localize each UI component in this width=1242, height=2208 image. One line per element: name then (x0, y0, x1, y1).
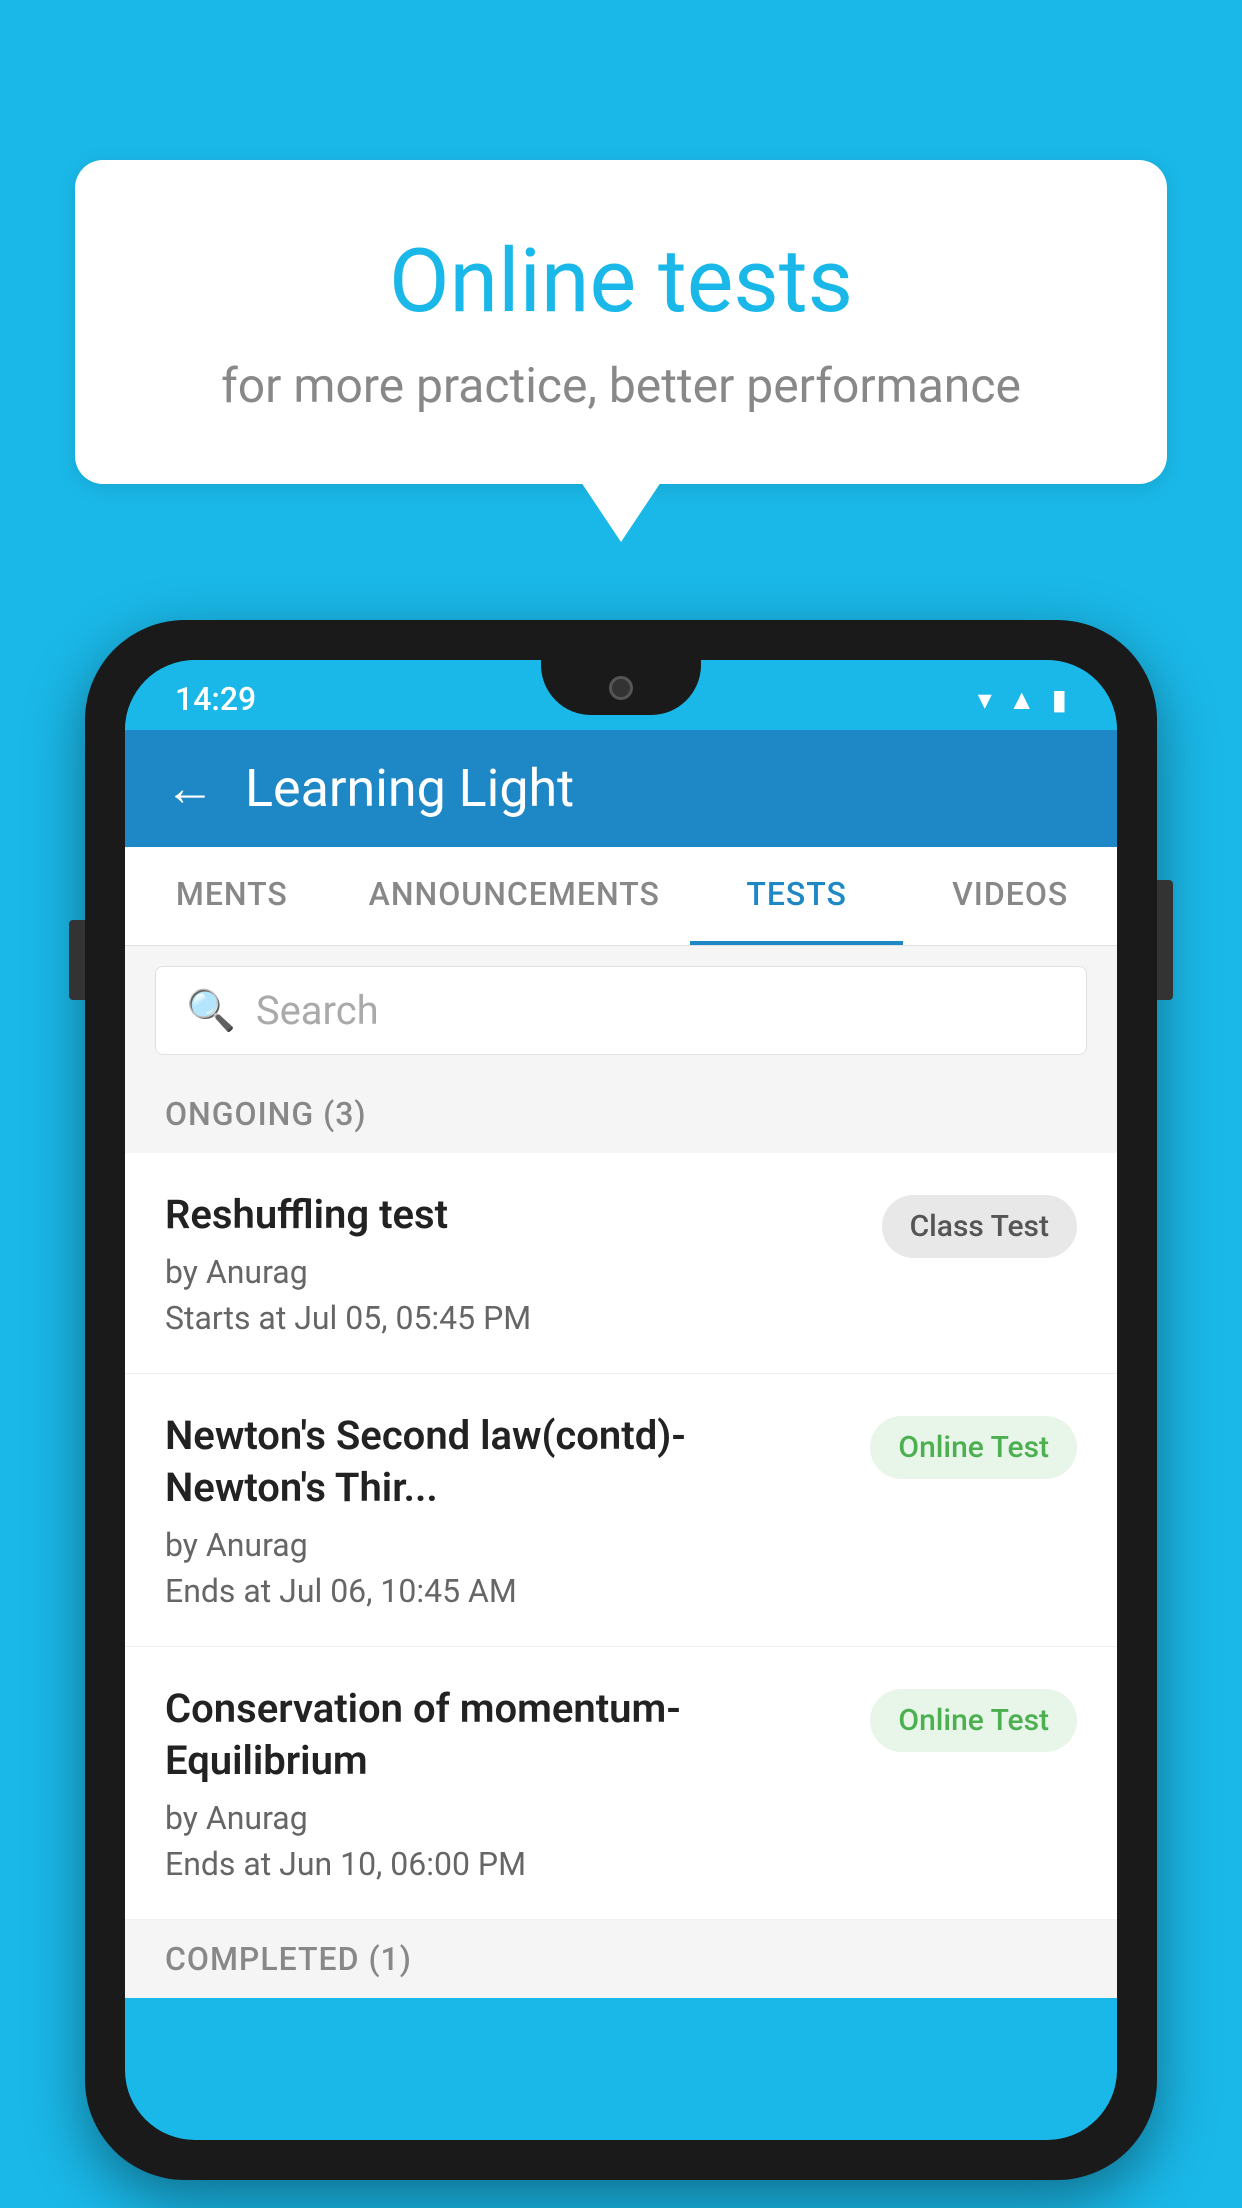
test-info-2: Newton's Second law(contd)-Newton's Thir… (165, 1410, 870, 1610)
completed-label: COMPLETED (1) (165, 1940, 1077, 1978)
speech-bubble-container: Online tests for more practice, better p… (75, 160, 1167, 542)
test-badge-1: Class Test (882, 1195, 1077, 1258)
speech-bubble-title: Online tests (155, 230, 1087, 333)
test-by-3: by Anurag (165, 1799, 840, 1837)
test-date-2: Ends at Jul 06, 10:45 AM (165, 1572, 840, 1610)
app-header: ← Learning Light (125, 730, 1117, 847)
completed-section-header: COMPLETED (1) (125, 1920, 1117, 1998)
back-button[interactable]: ← (165, 759, 215, 818)
speech-bubble-arrow (581, 482, 661, 542)
volume-button (69, 920, 85, 1000)
test-name-3: Conservation of momentum-Equilibrium (165, 1683, 840, 1787)
test-info-1: Reshuffling test by Anurag Starts at Jul… (165, 1189, 882, 1337)
test-date-3: Ends at Jun 10, 06:00 PM (165, 1845, 840, 1883)
phone-screen: 14:29 ▾ ▲ ▮ ← Learning Light MENTS ANNOU… (125, 660, 1117, 2140)
search-icon: 🔍 (186, 987, 236, 1034)
test-badge-2: Online Test (870, 1416, 1077, 1479)
tab-announcements[interactable]: ANNOUNCEMENTS (339, 847, 690, 945)
notch (541, 660, 701, 715)
signal-icon: ▲ (1008, 683, 1036, 716)
test-info-3: Conservation of momentum-Equilibrium by … (165, 1683, 870, 1883)
test-item-reshuffling[interactable]: Reshuffling test by Anurag Starts at Jul… (125, 1153, 1117, 1374)
ongoing-section-header: ONGOING (3) (125, 1075, 1117, 1153)
tabs: MENTS ANNOUNCEMENTS TESTS VIDEOS (125, 847, 1117, 946)
test-item-newton[interactable]: Newton's Second law(contd)-Newton's Thir… (125, 1374, 1117, 1647)
phone-container: 14:29 ▾ ▲ ▮ ← Learning Light MENTS ANNOU… (85, 620, 1157, 2208)
speech-bubble: Online tests for more practice, better p… (75, 160, 1167, 484)
search-placeholder: Search (256, 987, 379, 1034)
wifi-icon: ▾ (978, 683, 992, 716)
front-camera (609, 676, 633, 700)
search-container: 🔍 Search (125, 946, 1117, 1075)
status-bar: 14:29 ▾ ▲ ▮ (125, 660, 1117, 730)
power-button (1157, 880, 1173, 1000)
app-title: Learning Light (245, 758, 574, 819)
test-by-2: by Anurag (165, 1526, 840, 1564)
test-name-2: Newton's Second law(contd)-Newton's Thir… (165, 1410, 840, 1514)
tab-ments[interactable]: MENTS (125, 847, 339, 945)
test-list: Reshuffling test by Anurag Starts at Jul… (125, 1153, 1117, 1920)
search-box[interactable]: 🔍 Search (155, 966, 1087, 1055)
speech-bubble-subtitle: for more practice, better performance (155, 357, 1087, 414)
tab-tests[interactable]: TESTS (690, 847, 904, 945)
test-name-1: Reshuffling test (165, 1189, 852, 1241)
test-by-1: by Anurag (165, 1253, 852, 1291)
status-icons: ▾ ▲ ▮ (978, 683, 1067, 716)
phone-body: 14:29 ▾ ▲ ▮ ← Learning Light MENTS ANNOU… (85, 620, 1157, 2180)
battery-icon: ▮ (1052, 683, 1067, 716)
test-date-1: Starts at Jul 05, 05:45 PM (165, 1299, 852, 1337)
test-badge-3: Online Test (870, 1689, 1077, 1752)
ongoing-label: ONGOING (3) (165, 1095, 1077, 1133)
test-item-conservation[interactable]: Conservation of momentum-Equilibrium by … (125, 1647, 1117, 1920)
status-time: 14:29 (175, 680, 256, 718)
tab-videos[interactable]: VIDEOS (903, 847, 1117, 945)
